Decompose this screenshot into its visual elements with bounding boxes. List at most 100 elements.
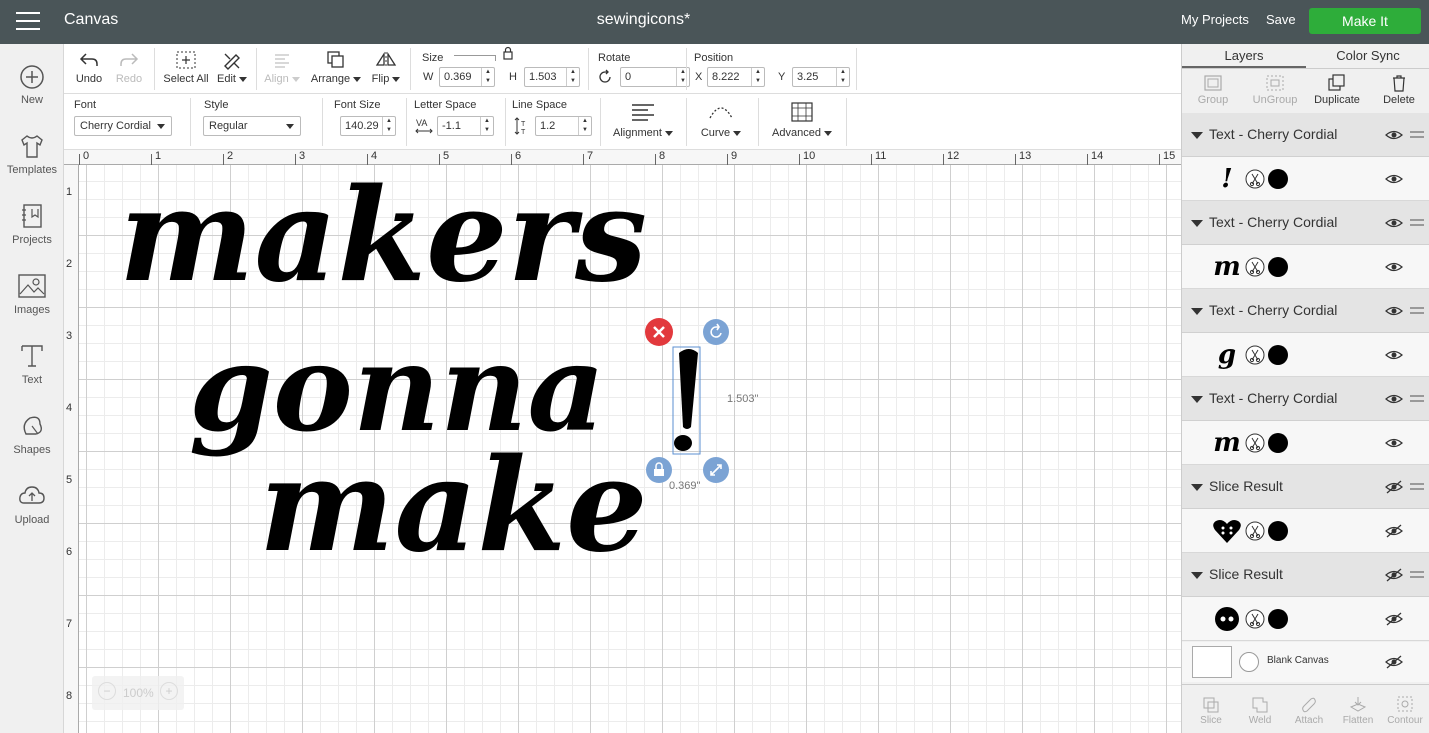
color-swatch[interactable]: [1268, 521, 1288, 541]
my-projects-link[interactable]: My Projects: [1181, 12, 1249, 27]
sidebar-item-projects[interactable]: Projects: [0, 202, 64, 246]
eye-hidden-icon[interactable]: [1385, 480, 1403, 494]
drag-handle-icon[interactable]: [1410, 571, 1424, 581]
collapse-icon[interactable]: [1191, 220, 1203, 227]
flip-menu-button[interactable]: Flip: [368, 50, 404, 85]
delete-handle-icon[interactable]: [645, 318, 673, 346]
drag-handle-icon[interactable]: [1410, 483, 1424, 493]
eye-icon[interactable]: [1385, 216, 1403, 230]
eye-icon[interactable]: [1385, 260, 1403, 274]
color-swatch[interactable]: [1268, 169, 1288, 189]
eye-icon[interactable]: [1385, 128, 1403, 142]
layer-group-header[interactable]: Text - Cherry Cordial: [1182, 377, 1429, 421]
edit-menu-button[interactable]: Edit: [214, 50, 250, 85]
scissors-icon[interactable]: [1245, 433, 1265, 453]
sidebar-item-templates[interactable]: Templates: [0, 132, 64, 176]
eye-icon[interactable]: [1385, 392, 1403, 406]
design-text-makers[interactable]: makers: [119, 165, 647, 311]
layer-group-header[interactable]: Slice Result: [1182, 553, 1429, 597]
contour-button[interactable]: Contour: [1380, 695, 1429, 726]
delete-button[interactable]: Delete: [1368, 74, 1429, 106]
blank-canvas-swatch[interactable]: [1192, 646, 1232, 678]
make-it-button[interactable]: Make It: [1309, 8, 1421, 34]
select-all-button[interactable]: Select All: [162, 50, 210, 85]
color-swatch[interactable]: [1268, 345, 1288, 365]
undo-button[interactable]: Undo: [72, 50, 106, 85]
layer-group-header[interactable]: Slice Result: [1182, 465, 1429, 509]
y-position-input[interactable]: 3.25 ▲ ▼: [792, 67, 850, 87]
collapse-icon[interactable]: [1191, 396, 1203, 403]
redo-button[interactable]: Redo: [112, 50, 146, 85]
sidebar-item-images[interactable]: Images: [0, 272, 64, 316]
layer-group-header[interactable]: Text - Cherry Cordial: [1182, 201, 1429, 245]
scissors-icon[interactable]: [1245, 609, 1265, 629]
scissors-icon[interactable]: [1245, 257, 1265, 277]
design-canvas[interactable]: makers gonna make 1.503" 0.369": [79, 165, 1181, 733]
lock-handle-icon[interactable]: [646, 457, 672, 483]
scissors-icon[interactable]: [1245, 521, 1265, 541]
flatten-button[interactable]: Flatten: [1333, 695, 1383, 726]
design-text-make[interactable]: make: [259, 431, 648, 581]
tab-color-sync[interactable]: Color Sync: [1306, 44, 1429, 68]
layer-item[interactable]: m: [1182, 245, 1429, 289]
drag-handle-icon[interactable]: [1410, 131, 1424, 141]
blank-canvas-row[interactable]: Blank Canvas: [1182, 642, 1429, 682]
scissors-icon[interactable]: [1245, 345, 1265, 365]
eye-icon[interactable]: [1385, 304, 1403, 318]
drag-handle-icon[interactable]: [1410, 395, 1424, 405]
width-input[interactable]: 0.369 ▲ ▼: [439, 67, 495, 87]
duplicate-button[interactable]: Duplicate: [1306, 74, 1368, 106]
tab-layers[interactable]: Layers: [1182, 44, 1306, 68]
layer-group-header[interactable]: Text - Cherry Cordial: [1182, 289, 1429, 333]
ungroup-button[interactable]: UnGroup: [1244, 74, 1306, 106]
weld-button[interactable]: Weld: [1235, 695, 1285, 726]
rotate-input[interactable]: 0 ▲ ▼: [620, 67, 690, 87]
layer-item[interactable]: g: [1182, 333, 1429, 377]
sidebar-item-upload[interactable]: Upload: [0, 482, 64, 526]
eye-hidden-icon[interactable]: [1385, 568, 1403, 582]
layer-item[interactable]: [1182, 597, 1429, 641]
zoom-out-button[interactable]: −: [98, 682, 116, 700]
layer-item[interactable]: m: [1182, 421, 1429, 465]
color-swatch[interactable]: [1268, 257, 1288, 277]
zoom-in-button[interactable]: +: [160, 682, 178, 700]
drag-handle-icon[interactable]: [1410, 219, 1424, 229]
blank-canvas-color-icon[interactable]: [1239, 652, 1259, 672]
color-swatch[interactable]: [1268, 433, 1288, 453]
eye-icon[interactable]: [1385, 436, 1403, 450]
height-input[interactable]: 1.503 ▲ ▼: [524, 67, 580, 87]
sidebar-item-new[interactable]: New: [0, 64, 64, 106]
collapse-icon[interactable]: [1191, 572, 1203, 579]
curve-menu-button[interactable]: Curve: [694, 100, 748, 139]
advanced-menu-button[interactable]: Advanced: [767, 100, 837, 139]
style-select[interactable]: Regular: [203, 116, 301, 136]
x-position-input[interactable]: 8.222 ▲ ▼: [707, 67, 765, 87]
selected-exclamation-glyph[interactable]: [679, 349, 698, 429]
align-menu-button[interactable]: Align: [262, 50, 302, 85]
layer-group-header[interactable]: Text - Cherry Cordial: [1182, 113, 1429, 157]
layer-item[interactable]: [1182, 509, 1429, 553]
eye-hidden-icon[interactable]: [1385, 612, 1403, 626]
alignment-menu-button[interactable]: Alignment: [608, 100, 678, 139]
font-select[interactable]: Cherry Cordial: [74, 116, 172, 136]
color-swatch[interactable]: [1268, 609, 1288, 629]
eye-icon[interactable]: [1385, 348, 1403, 362]
arrange-menu-button[interactable]: Arrange: [310, 50, 362, 85]
attach-button[interactable]: Attach: [1284, 695, 1334, 726]
layer-item[interactable]: !: [1182, 157, 1429, 201]
rotate-handle-icon[interactable]: [703, 319, 729, 345]
collapse-icon[interactable]: [1191, 484, 1203, 491]
line-space-input[interactable]: 1.2 ▲ ▼: [535, 116, 592, 136]
slice-button[interactable]: Slice: [1186, 695, 1236, 726]
font-size-input[interactable]: 140.29 ▲ ▼: [340, 116, 396, 136]
eye-icon[interactable]: [1385, 172, 1403, 186]
eye-hidden-icon[interactable]: [1385, 655, 1403, 669]
sidebar-item-shapes[interactable]: Shapes: [0, 412, 64, 456]
collapse-icon[interactable]: [1191, 308, 1203, 315]
eye-hidden-icon[interactable]: [1385, 524, 1403, 538]
scissors-icon[interactable]: [1245, 169, 1265, 189]
save-link[interactable]: Save: [1266, 12, 1296, 27]
resize-handle-icon[interactable]: [703, 457, 729, 483]
letter-space-input[interactable]: -1.1 ▲ ▼: [437, 116, 494, 136]
drag-handle-icon[interactable]: [1410, 307, 1424, 317]
